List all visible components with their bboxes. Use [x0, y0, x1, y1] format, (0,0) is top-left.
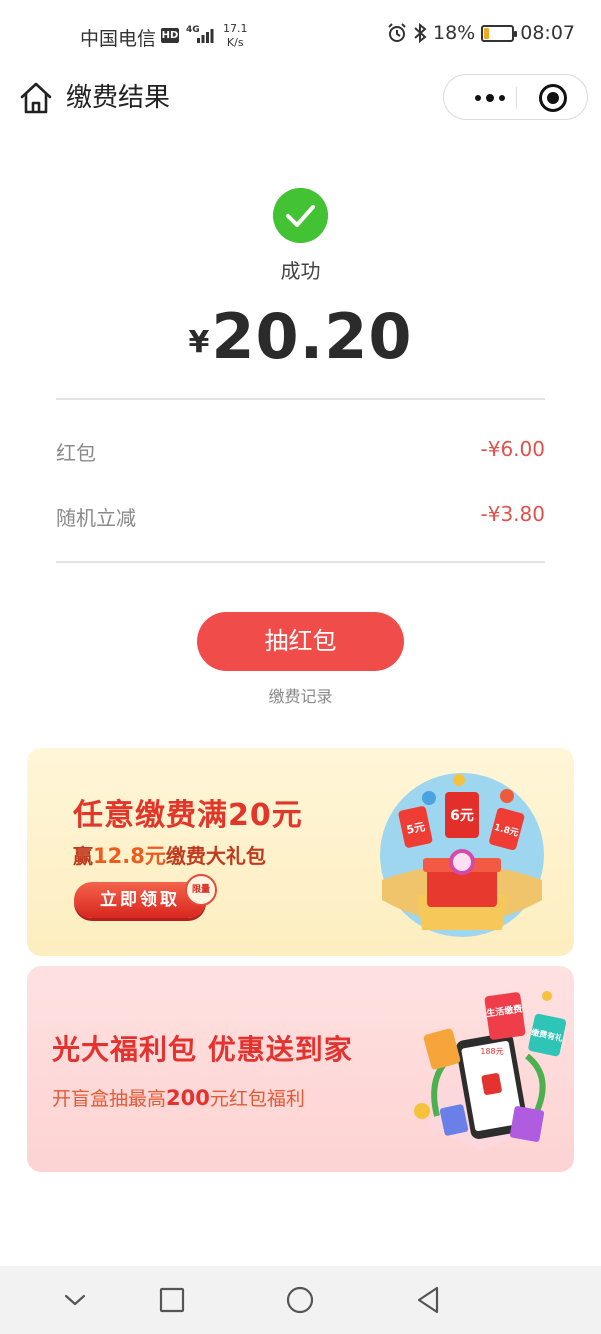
network-speed-value: 17.1: [223, 22, 248, 35]
detail-row-redpacket: 红包 -¥6.00: [56, 437, 545, 467]
amount-value: 20.20: [211, 300, 413, 373]
signal-icon: [197, 29, 214, 43]
banner-title: 任意缴费满20元: [73, 798, 303, 833]
success-check-icon: [273, 188, 328, 243]
banner-sub-highlight: 200: [166, 1086, 210, 1110]
alarm-icon: [388, 23, 406, 42]
close-miniprogram-icon[interactable]: [539, 84, 567, 112]
chevron-down-icon[interactable]: [57, 1282, 93, 1318]
battery-percent: 18%: [433, 22, 476, 44]
banner-sub-highlight: 12.8元: [93, 844, 166, 868]
banner-sub-prefix: 赢: [73, 844, 93, 868]
detail-label: 红包: [56, 441, 96, 465]
tag-text: 188元: [480, 1047, 503, 1056]
banner-subtitle: 开盲盒抽最高200元红包福利: [52, 1084, 305, 1111]
banner-sub-prefix: 开盲盒抽最高: [52, 1088, 167, 1110]
miniprogram-capsule: [443, 74, 588, 120]
coupon-text: 6元: [450, 808, 474, 824]
divider: [56, 561, 545, 563]
home-circle-icon[interactable]: [282, 1282, 318, 1318]
banner-subtitle: 赢12.8元缴费大礼包: [73, 840, 266, 870]
limited-badge: 限量: [185, 874, 217, 906]
more-dot-icon: [499, 95, 505, 101]
draw-redpacket-button[interactable]: 抽红包: [197, 612, 404, 671]
more-dot-icon: [486, 94, 494, 102]
currency-symbol: ¥: [188, 325, 210, 360]
more-dot-icon: [475, 95, 481, 101]
promo-banner-welfare[interactable]: 光大福利包 优惠送到家 开盲盒抽最高200元红包福利 生活缴费 缴费有礼 188…: [27, 966, 574, 1172]
detail-value: -¥6.00: [480, 437, 545, 461]
carrier-name: 中国电信: [80, 28, 157, 50]
promo-banner-payment[interactable]: 任意缴费满20元 赢12.8元缴费大礼包 立即领取 限量 5元 6元 1.8元: [27, 748, 574, 956]
hd-badge: HD: [161, 28, 179, 43]
clock: 08:07: [520, 22, 575, 44]
status-right: 18% 08:07: [387, 22, 575, 44]
phone-gift-illustration: 生活缴费 缴费有礼 188元: [414, 991, 567, 1151]
home-icon[interactable]: [18, 80, 54, 116]
recent-apps-icon[interactable]: [154, 1282, 190, 1318]
payment-amount: ¥20.20: [0, 300, 601, 373]
status-label: 成功: [280, 259, 321, 283]
banner-sub-suffix: 缴费大礼包: [165, 844, 266, 868]
capsule-divider: [516, 87, 517, 109]
nav-bar: 缴费结果: [0, 74, 601, 122]
banner-title: 光大福利包 优惠送到家: [52, 1033, 353, 1066]
battery-icon: [481, 24, 518, 42]
status-bar: 中国电信 HD 4G 17.1 K/s 18% 08:07: [0, 0, 601, 74]
gift-box-illustration: 5元 6元 1.8元: [380, 773, 544, 937]
bluetooth-icon: [414, 23, 427, 43]
divider: [56, 398, 545, 400]
detail-row-random-discount: 随机立减 -¥3.80: [56, 502, 545, 532]
network-speed-unit: K/s: [226, 36, 244, 49]
system-navigation-bar: [0, 1266, 601, 1334]
network-speed: 17.1 K/s: [223, 22, 248, 50]
detail-value: -¥3.80: [480, 502, 545, 526]
more-button[interactable]: [464, 75, 516, 121]
detail-label: 随机立减: [56, 506, 136, 530]
payment-record-link[interactable]: 缴费记录: [0, 683, 601, 707]
banner-sub-suffix: 元红包福利: [209, 1088, 305, 1110]
back-triangle-icon[interactable]: [410, 1282, 446, 1318]
page-title: 缴费结果: [66, 83, 171, 113]
battery-level: [484, 27, 490, 39]
